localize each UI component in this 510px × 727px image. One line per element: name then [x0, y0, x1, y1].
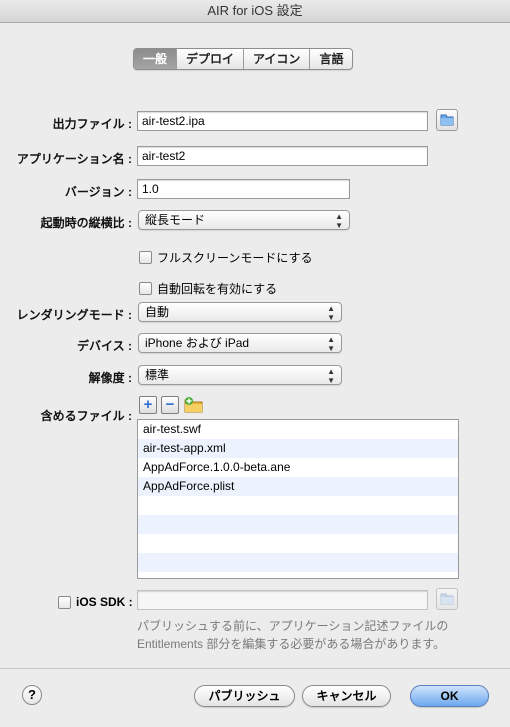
list-item[interactable]: air-test-app.xml: [138, 439, 458, 458]
tab-icons[interactable]: アイコン: [243, 49, 309, 69]
up-down-arrows-icon: ▲ ▼: [327, 335, 335, 353]
title-bar: AIR for iOS 設定: [0, 0, 510, 23]
included-files-list[interactable]: air-test.swf air-test-app.xml AppAdForce…: [137, 419, 459, 579]
app-name-field[interactable]: [137, 146, 428, 166]
help-icon: ?: [28, 687, 36, 702]
checkbox-box: [139, 282, 152, 295]
list-item[interactable]: AppAdForce.1.0.0-beta.ane: [138, 458, 458, 477]
resolution-label: 解像度 :: [88, 371, 132, 385]
folder-icon: [440, 593, 454, 605]
settings-window: AIR for iOS 設定 一般 デプロイ アイコン 言語 出力ファイル : …: [0, 0, 510, 727]
app-name-label: アプリケーション名 :: [16, 152, 132, 166]
footer-divider: [0, 668, 510, 669]
browse-output-button[interactable]: [436, 109, 458, 131]
entitlements-note: パブリッシュする前に、アプリケーション記述ファイルの Entitlements …: [137, 619, 449, 651]
render-mode-label: レンダリングモード :: [16, 308, 132, 322]
ios-sdk-label: iOS SDK :: [76, 595, 133, 609]
tab-bar: 一般 デプロイ アイコン 言語: [133, 48, 354, 70]
aspect-ratio-label: 起動時の縦横比 :: [40, 216, 132, 230]
aspect-ratio-value: 縦長モード: [145, 213, 206, 227]
tab-deploy[interactable]: デプロイ: [176, 49, 243, 69]
auto-orient-checkbox[interactable]: 自動回転を有効にする: [139, 280, 277, 297]
publish-button[interactable]: パブリッシュ: [194, 685, 295, 707]
remove-file-button[interactable]: −: [161, 396, 179, 414]
version-field[interactable]: [137, 179, 350, 199]
plus-icon: +: [143, 396, 153, 413]
help-button[interactable]: ?: [22, 685, 42, 705]
output-file-field[interactable]: [137, 111, 428, 131]
resolution-value: 標準: [145, 368, 170, 382]
list-item-empty: [138, 572, 458, 578]
list-item[interactable]: AppAdForce.plist: [138, 477, 458, 496]
list-item-empty: [138, 534, 458, 553]
add-folder-button[interactable]: [183, 395, 205, 415]
ok-button[interactable]: OK: [410, 685, 489, 707]
add-file-button[interactable]: +: [139, 396, 157, 414]
render-mode-value: 自動: [145, 305, 170, 319]
minus-icon: −: [165, 396, 175, 413]
device-select[interactable]: iPhone および iPad ▲ ▼: [138, 333, 342, 353]
browse-sdk-button[interactable]: [436, 588, 458, 610]
cancel-button[interactable]: キャンセル: [302, 685, 391, 707]
auto-orient-label: 自動回転を有効にする: [157, 282, 278, 296]
device-value: iPhone および iPad: [145, 336, 250, 350]
render-mode-select[interactable]: 自動 ▲ ▼: [138, 302, 342, 322]
fullscreen-checkbox[interactable]: フルスクリーンモードにする: [139, 249, 313, 266]
tab-general[interactable]: 一般: [134, 49, 177, 69]
add-folder-icon: [184, 397, 203, 413]
list-item-empty: [138, 496, 458, 515]
checkbox-box: [58, 595, 71, 609]
resolution-select[interactable]: 標準 ▲ ▼: [138, 365, 342, 385]
list-item[interactable]: air-test.swf: [138, 420, 458, 439]
aspect-ratio-select[interactable]: 縦長モード ▲ ▼: [138, 210, 350, 230]
included-files-label: 含めるファイル :: [40, 409, 132, 423]
ios-sdk-checkbox[interactable]: iOS SDK :: [58, 595, 133, 609]
checkbox-box: [139, 251, 152, 264]
list-item-empty: [138, 515, 458, 534]
tab-languages[interactable]: 言語: [309, 49, 352, 69]
up-down-arrows-icon: ▲ ▼: [327, 367, 335, 385]
up-down-arrows-icon: ▲ ▼: [327, 304, 335, 322]
version-label: バージョン :: [64, 185, 132, 199]
fullscreen-label: フルスクリーンモードにする: [157, 251, 313, 265]
folder-icon: [440, 114, 454, 126]
list-item-empty: [138, 553, 458, 572]
ios-sdk-field[interactable]: [137, 590, 428, 610]
device-label: デバイス :: [77, 339, 132, 353]
output-file-label: 出力ファイル :: [52, 117, 132, 131]
up-down-arrows-icon: ▲ ▼: [335, 212, 343, 230]
